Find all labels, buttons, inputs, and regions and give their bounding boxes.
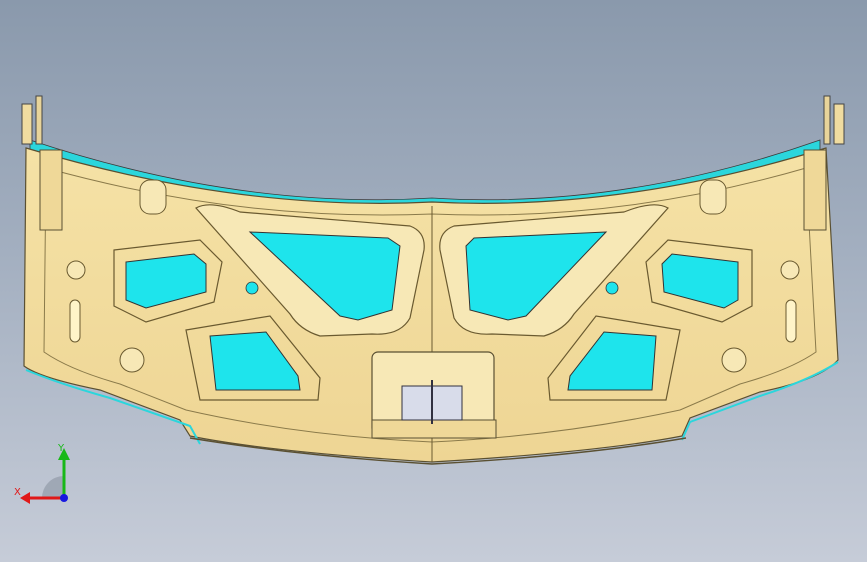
boss-right-1 <box>780 260 800 280</box>
right-bracket-post <box>823 95 831 145</box>
coordinate-triad <box>20 448 70 504</box>
boss-right-2 <box>721 347 747 373</box>
right-hinge-plate <box>803 149 827 231</box>
pocket-left <box>139 179 167 215</box>
hood-inner-panel-model[interactable] <box>0 0 867 562</box>
hole-right <box>605 281 619 295</box>
cad-viewport[interactable]: Y X <box>0 0 867 562</box>
x-axis-label: X <box>14 487 21 498</box>
slot-left <box>69 299 81 343</box>
triad-xy-plane <box>42 476 64 498</box>
hole-left <box>245 281 259 295</box>
right-bracket <box>833 103 845 145</box>
boss-left-1 <box>66 260 86 280</box>
slot-right <box>785 299 797 343</box>
left-bracket <box>21 103 33 145</box>
z-axis-dot <box>60 494 68 502</box>
left-bracket-post <box>35 95 43 145</box>
y-axis-label: Y <box>58 443 65 454</box>
latch-plate <box>371 419 497 439</box>
pocket-right <box>699 179 727 215</box>
boss-left-2 <box>119 347 145 373</box>
left-hinge-plate <box>39 149 63 231</box>
x-axis-arrow <box>20 492 30 504</box>
